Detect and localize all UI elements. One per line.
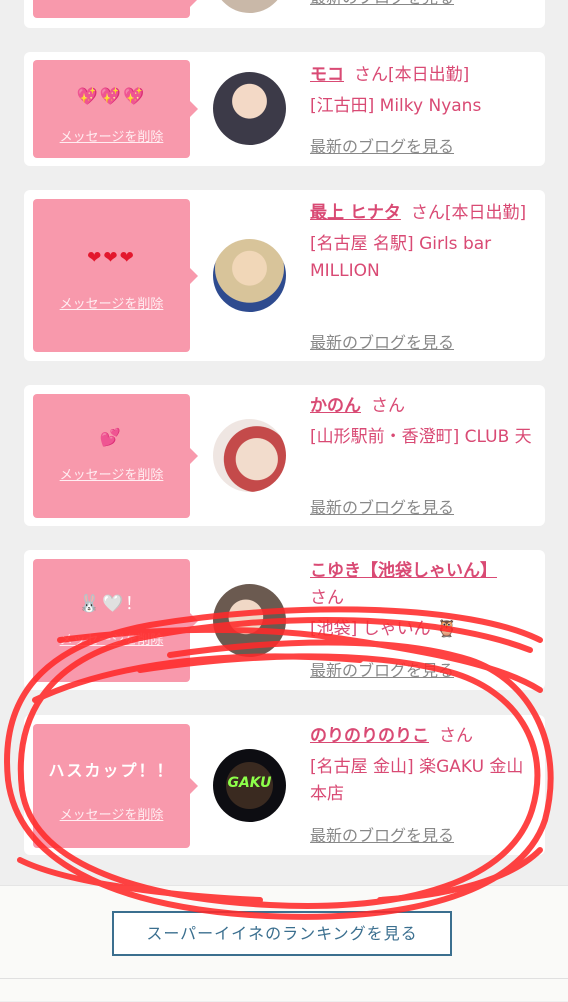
blog-link[interactable]: 最新のブログを見る (310, 494, 454, 518)
cast-name-link[interactable]: のりのりのりこ (310, 726, 429, 746)
delete-message-link[interactable]: メッセージを削除 (33, 629, 190, 648)
blog-link[interactable]: 最新のブログを見る (310, 657, 454, 681)
blog-link[interactable]: 最新のブログを見る (310, 329, 454, 353)
cast-info: 最上 ヒナタ さん[本日出勤] [名古屋 名駅] Girls bar MILLIO… (310, 200, 538, 285)
message-bubble: 🐰🤍！ メッセージを削除 (33, 559, 198, 682)
message-card: 🐰🤍！ メッセージを削除 こゆき【池袋しゃいん】 さん [池袋] しゃいん 🦉 最… (24, 550, 545, 690)
cast-name-link[interactable]: モコ (310, 65, 344, 85)
blog-link[interactable]: 最新のブログを見る (310, 0, 454, 8)
delete-message-link[interactable]: メッセージを削除 (33, 804, 190, 823)
avatar[interactable] (213, 0, 286, 13)
delete-message-link[interactable]: メッセージを削除 (33, 126, 190, 145)
cast-status: さん[本日出勤] (354, 65, 470, 85)
message-bubble: ハスカップ！！ メッセージを削除 (33, 724, 198, 848)
message-text: ハスカップ！！ (48, 761, 175, 780)
message-bubble (33, 0, 198, 18)
message-text: ❤❤❤ (87, 248, 136, 268)
shop-name: [池袋] しゃいん 🦉 (310, 619, 458, 639)
avatar[interactable] (213, 72, 286, 145)
blog-link[interactable]: 最新のブログを見る (310, 133, 454, 157)
avatar[interactable]: GAKU (213, 749, 286, 822)
message-bubble: 💕 メッセージを削除 (33, 394, 198, 518)
cast-status: さん (439, 726, 473, 746)
blog-link[interactable]: 最新のブログを見る (310, 822, 454, 846)
cast-name-link[interactable]: こゆき【池袋しゃいん】 (310, 561, 497, 581)
message-text: 💖💖💖 (76, 87, 147, 107)
footer: スーパーイイネのランキングを見る (0, 885, 568, 1001)
avatar-logo-text: GAKU (227, 775, 272, 791)
message-card: 💕 メッセージを削除 かのん さん [山形駅前・香澄町] CLUB 天 最新のブロ… (24, 385, 545, 526)
cast-status: さん (310, 588, 344, 608)
message-text: 💕 (99, 428, 124, 448)
cast-name-link[interactable]: 最上 ヒナタ (310, 203, 401, 223)
message-card: 最新のブログを見る (24, 0, 545, 28)
message-card: ❤❤❤ メッセージを削除 最上 ヒナタ さん[本日出勤] [名古屋 名駅] Gir… (24, 190, 545, 361)
cast-info: モコ さん[本日出勤] [江古田] Milky Nyans (310, 62, 538, 120)
message-card: ハスカップ！！ メッセージを削除 GAKU のりのりのりこ さん [名古屋 金山]… (24, 715, 545, 855)
cast-info: こゆき【池袋しゃいん】 さん [池袋] しゃいん 🦉 (310, 558, 538, 643)
message-text: 🐰🤍！ (78, 594, 145, 614)
cast-status: さん (371, 396, 405, 416)
cast-info: のりのりのりこ さん [名古屋 金山] 楽GAKU 金山本店 (310, 723, 538, 808)
ranking-button[interactable]: スーパーイイネのランキングを見る (112, 911, 452, 956)
message-bubble: 💖💖💖 メッセージを削除 (33, 60, 198, 158)
message-card: 💖💖💖 メッセージを削除 モコ さん[本日出勤] [江古田] Milky Nyan… (24, 52, 545, 166)
avatar[interactable] (213, 239, 286, 312)
delete-message-link[interactable]: メッセージを削除 (33, 293, 190, 312)
shop-name: [名古屋 名駅] Girls bar MILLION (310, 234, 492, 281)
cast-name-link[interactable]: かのん (310, 396, 361, 416)
bottom-bar (0, 978, 568, 1002)
avatar[interactable] (213, 419, 286, 492)
cast-status: さん[本日出勤] (410, 203, 527, 223)
shop-name: [名古屋 金山] 楽GAKU 金山本店 (310, 757, 524, 804)
shop-name: [山形駅前・香澄町] CLUB 天 (310, 427, 532, 447)
message-bubble: ❤❤❤ メッセージを削除 (33, 199, 198, 352)
delete-message-link[interactable]: メッセージを削除 (33, 464, 190, 483)
avatar[interactable] (213, 584, 286, 657)
shop-name: [江古田] Milky Nyans (310, 96, 482, 116)
cast-info: かのん さん [山形駅前・香澄町] CLUB 天 (310, 393, 538, 451)
